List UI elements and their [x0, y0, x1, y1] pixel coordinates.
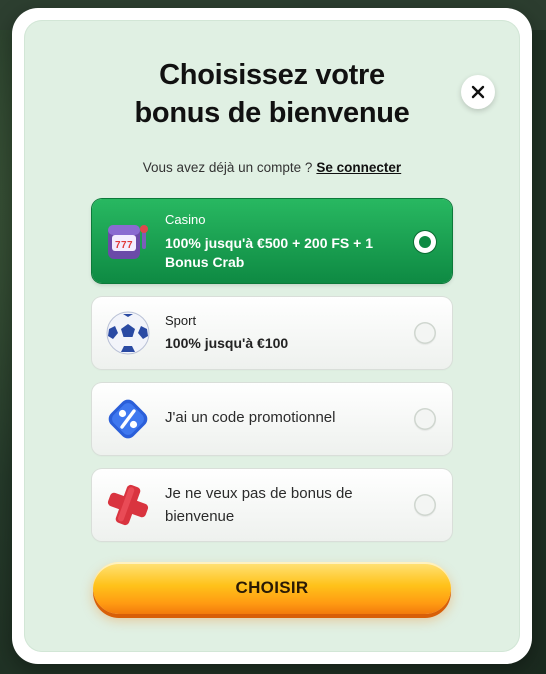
title-line-2: bonus de bienvenue [134, 97, 410, 129]
option-offer: 100% jusqu'à €100 [165, 335, 289, 351]
radio-casino[interactable] [414, 231, 436, 253]
radio-promo-code[interactable] [414, 408, 436, 430]
choose-button[interactable]: CHOISIR [93, 562, 451, 614]
option-sport[interactable]: Sport 100% jusqu'à €100 [92, 297, 452, 369]
close-icon [471, 85, 485, 99]
choose-button-label: CHOISIR [235, 578, 309, 597]
percent-badge-icon [108, 399, 148, 439]
option-category: Sport [165, 313, 197, 328]
red-cross-icon [107, 484, 149, 526]
option-promo-code[interactable]: J'ai un code promotionnel [92, 383, 452, 455]
option-label: J'ai un code promotionnel [165, 409, 336, 426]
title-line-1: Choisissez votre [159, 59, 385, 91]
slot-machine-icon: 7 7 7 [108, 225, 148, 259]
option-casino-text: Casino 100% jusqu'à €500 + 200 FS + 1 Bo… [165, 212, 405, 272]
option-category: Casino [165, 212, 206, 227]
option-sport-text: Sport 100% jusqu'à €100 [165, 313, 405, 353]
option-label: Je ne veux pas de bonus de bienvenue [165, 485, 353, 525]
svg-text:7: 7 [127, 240, 133, 251]
option-promo-text: J'ai un code promotionnel [165, 407, 405, 429]
login-link[interactable]: Se connecter [316, 160, 401, 175]
option-no-bonus-text: Je ne veux pas de bonus de bienvenue [165, 482, 395, 528]
page-title: Choisissez votre bonus de bienvenue [92, 56, 452, 132]
option-no-bonus[interactable]: Je ne veux pas de bonus de bienvenue [92, 469, 452, 541]
close-button[interactable] [461, 75, 495, 109]
soccer-ball-icon [106, 311, 150, 355]
login-prompt-text: Vous avez déjà un compte ? [142, 160, 313, 175]
login-prompt: Vous avez déjà un compte ? Se connecter [92, 160, 452, 175]
option-offer: 100% jusqu'à €500 + 200 FS + 1 Bonus Cra… [165, 235, 374, 270]
radio-sport[interactable] [414, 322, 436, 344]
option-casino[interactable]: 7 7 7 Casino 100% jusqu'à €500 + 200 FS … [92, 199, 452, 283]
radio-no-bonus[interactable] [414, 494, 436, 516]
